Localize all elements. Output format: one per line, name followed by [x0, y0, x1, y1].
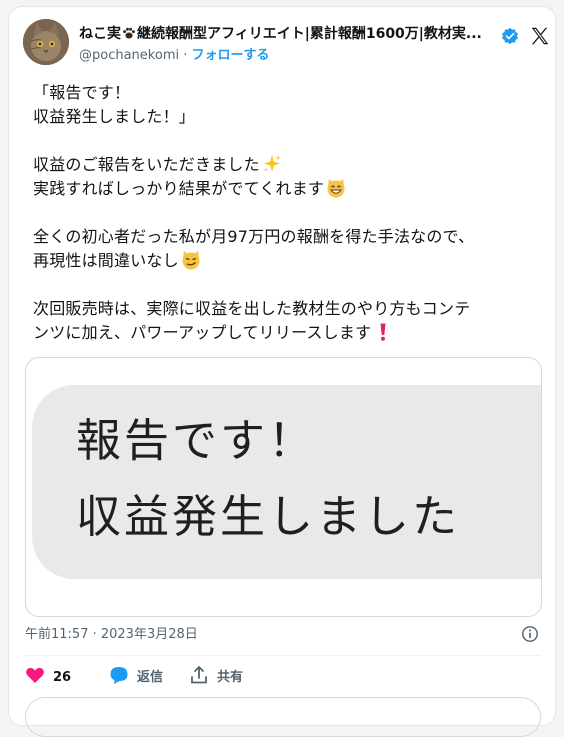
handle-row: @pochanekomi · フォローする — [79, 47, 270, 65]
follow-button[interactable]: フォローする — [192, 48, 270, 63]
separator-dot: · — [179, 48, 192, 63]
handle[interactable]: @pochanekomi — [79, 48, 179, 63]
tweet-text-line: 収益発生しました！」 — [33, 107, 196, 126]
timestamp-row: 午前11:57 · 2023年3月28日 — [25, 625, 545, 645]
tweet-text-line: 次回販売時は、実際に収益を出した教材生のやり方もコンテ — [33, 299, 471, 318]
grinning-cat-icon — [327, 179, 345, 198]
sparkles-icon — [263, 155, 281, 172]
timestamp[interactable]: 午前11:57 · 2023年3月28日 — [25, 627, 198, 642]
tweet-text-line: 「報告です！ — [33, 83, 131, 102]
exclamation-icon — [380, 323, 386, 341]
display-name[interactable]: ねこ実 継続報酬型アフィリエイト|累計報酬1600万|教材実... — [79, 23, 499, 45]
tweet-text-line-with-emoji: 再現性は間違いなし — [33, 249, 549, 273]
reply-label: 返信 — [137, 670, 164, 685]
like-button[interactable]: 26 — [25, 665, 71, 689]
tweet-text-line: 全くの初心者だった私が月97万円の報酬を得た手法なので、 — [33, 227, 475, 246]
display-name-text: ねこ実 — [79, 26, 121, 42]
reply-icon — [110, 667, 128, 684]
like-count: 26 — [53, 670, 72, 685]
tweet-text-line: 実践すればしっかり結果がでてくれます — [33, 179, 325, 198]
reply-button[interactable]: 返信 — [109, 665, 163, 689]
tweet-text-line-with-emoji: ンツに加え、パワーアップしてリリースします — [33, 321, 549, 345]
verified-badge-icon — [501, 27, 519, 45]
tweet-text-line: ンツに加え、パワーアップしてリリースします — [33, 323, 372, 342]
tweet-text-line: 再現性は間違いなし — [33, 251, 179, 270]
share-button[interactable]: 共有 — [189, 665, 243, 689]
read-replies-button[interactable] — [25, 697, 541, 737]
tweet-text-line-with-emoji: 実践すればしっかり結果がでてくれます — [33, 177, 549, 201]
share-icon — [191, 666, 207, 684]
tweet-card: ねこ実 継続報酬型アフィリエイト|累計報酬1600万|教材実... @pocha… — [8, 6, 556, 737]
paw-icon — [123, 27, 135, 39]
avatar[interactable] — [23, 19, 69, 65]
display-name-suffix: 継続報酬型アフィリエイト|累計報酬1600万|教材実... — [137, 26, 482, 42]
action-bar: 26 返信 共有 — [25, 665, 545, 689]
chat-bubble: 報告です！ 収益発生しました — [32, 385, 541, 579]
chat-bubble-line: 収益発生しました — [76, 490, 461, 543]
x-logo-icon[interactable] — [529, 25, 551, 47]
share-label: 共有 — [217, 670, 244, 685]
chat-bubble-line: 報告です！ — [76, 414, 317, 467]
heart-icon — [26, 667, 44, 683]
smirking-cat-icon — [182, 251, 200, 270]
tweet-text: 「報告です！ 収益発生しました！」 収益のご報告をいただきました 実践すればしっ… — [33, 81, 549, 345]
tweet-header: ねこ実 継続報酬型アフィリエイト|累計報酬1600万|教材実... @pocha… — [23, 19, 549, 71]
tweet-text-line-with-emoji: 収益のご報告をいただきました — [33, 153, 549, 177]
divider — [25, 655, 541, 656]
info-icon[interactable] — [521, 625, 539, 643]
tweet-text-line: 収益のご報告をいただきました — [33, 155, 260, 174]
tweet-media-image[interactable]: 報告です！ 収益発生しました — [25, 357, 542, 617]
